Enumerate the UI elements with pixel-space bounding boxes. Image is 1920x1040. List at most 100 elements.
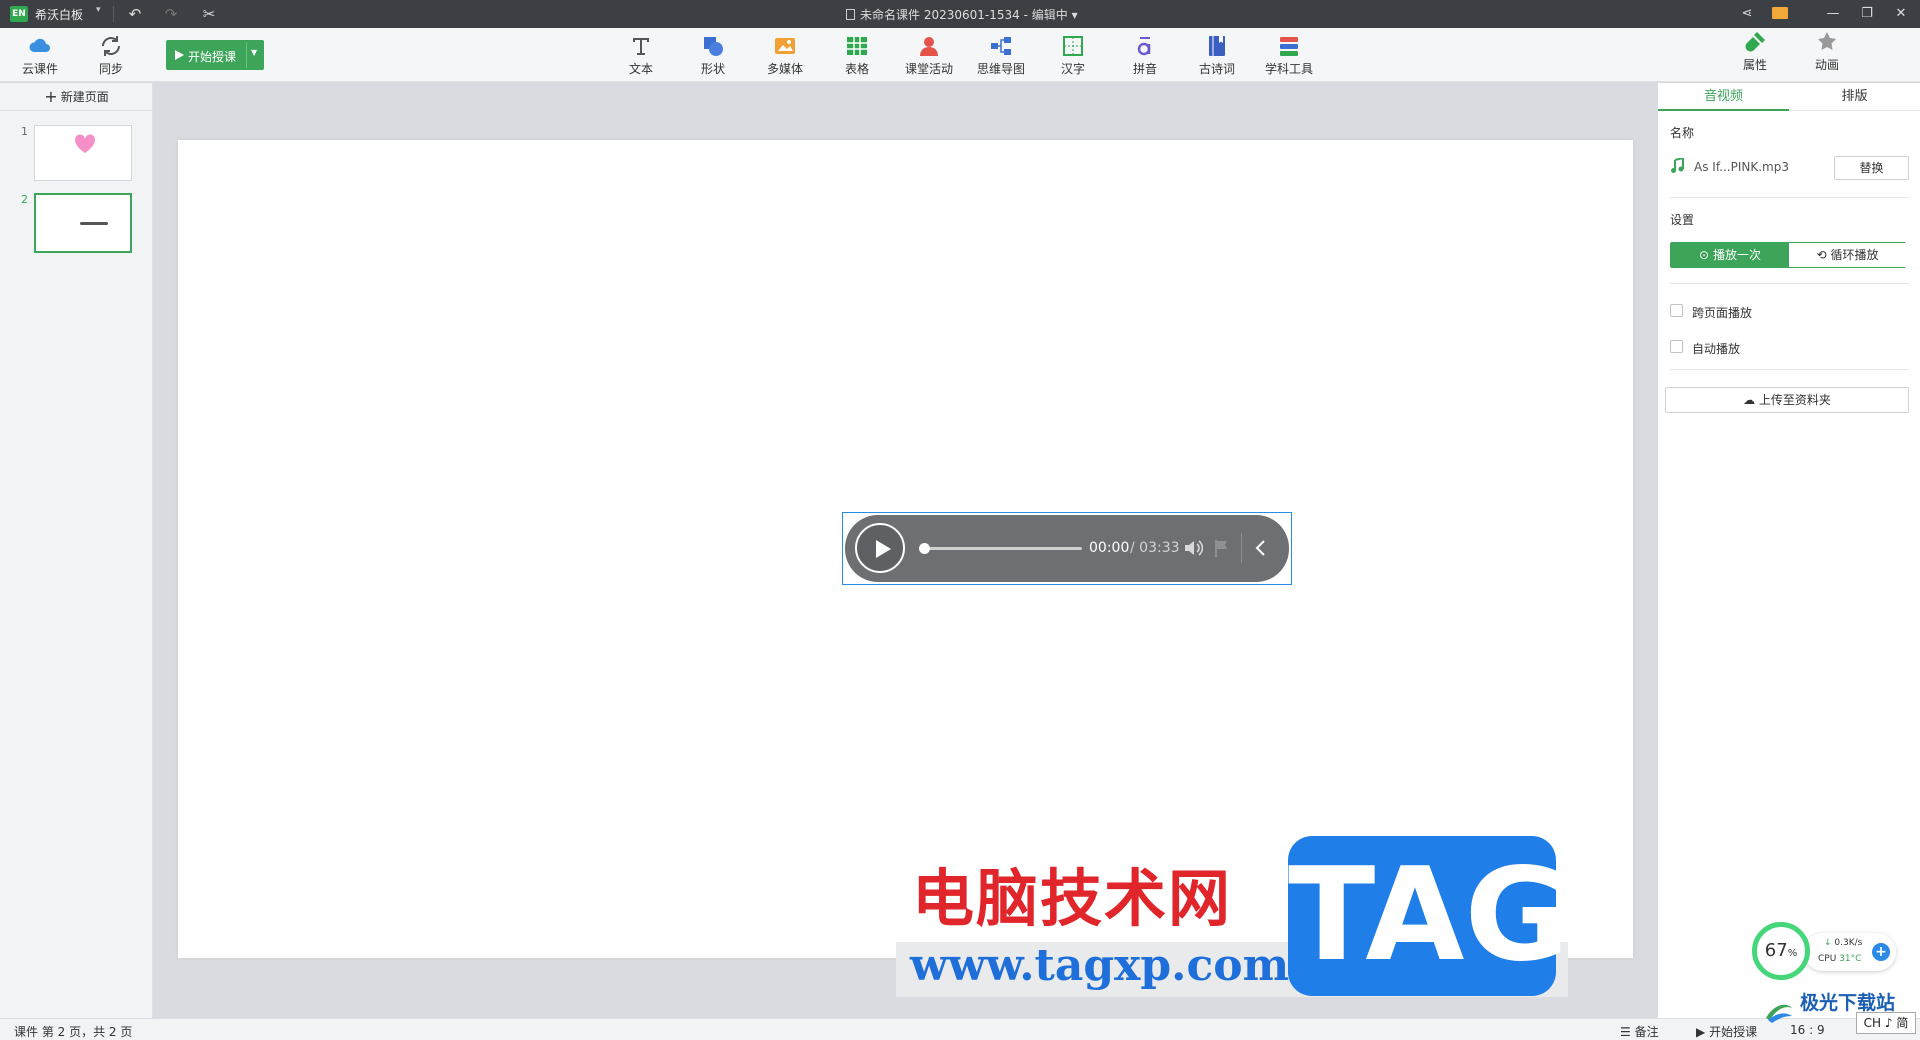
- aspect-ratio-selector[interactable]: 16 : 9: [1790, 1023, 1825, 1037]
- memory-percent: 67: [1764, 940, 1788, 961]
- redo-icon[interactable]: ↷: [160, 3, 182, 25]
- progress-track[interactable]: [924, 547, 1082, 550]
- divider: [1670, 283, 1909, 284]
- page-thumbnail-2[interactable]: [34, 193, 132, 253]
- pinyin-tool-button[interactable]: 拼音: [1116, 32, 1174, 78]
- close-icon[interactable]: ✕: [1888, 3, 1914, 25]
- network-speed-value: 0.3K/s: [1834, 938, 1863, 948]
- notes-icon: ☰: [1620, 1025, 1631, 1039]
- document-title[interactable]: 未命名课件 20230601-1534 - 编辑中 ▾: [846, 6, 1078, 23]
- percent-unit: %: [1787, 948, 1798, 959]
- memory-usage-ring[interactable]: 67%: [1752, 922, 1810, 980]
- name-section-label: 名称: [1670, 126, 1695, 140]
- notes-button[interactable]: ☰ 备注: [1620, 1023, 1659, 1040]
- watermark-url: www.tagxp.com: [910, 940, 1290, 991]
- play-mode-toggle: ⊙ 播放一次 ⟲ 循环播放: [1670, 242, 1906, 268]
- pinyin-icon: [1137, 37, 1151, 56]
- app-name-menu[interactable]: 希沃白板: [35, 6, 83, 23]
- shape-tool-button[interactable]: 形状: [684, 32, 742, 78]
- activity-icon: [920, 37, 938, 56]
- play-icon: [175, 50, 184, 60]
- pinyin-tool-label: 拼音: [1132, 62, 1157, 76]
- page-thumbnail-1[interactable]: [34, 125, 132, 181]
- upload-to-folder-button[interactable]: ☁ 上传至资料夹: [1665, 387, 1909, 413]
- cross-page-label: 跨页面播放: [1692, 306, 1753, 320]
- sync-button[interactable]: 同步: [82, 32, 140, 78]
- media-tool-button[interactable]: 多媒体: [756, 32, 814, 78]
- divider: [1670, 369, 1909, 370]
- divider: [1241, 533, 1242, 563]
- boost-button[interactable]: +: [1872, 943, 1890, 961]
- new-page-label: 新建页面: [60, 90, 109, 104]
- table-tool-label: 表格: [844, 62, 869, 76]
- audio-player: 00:00 / 03:33: [845, 515, 1289, 582]
- media-icon: [775, 38, 795, 54]
- hanzi-tool-button[interactable]: 汉字: [1044, 32, 1102, 78]
- poetry-tool-button[interactable]: 古诗词: [1188, 32, 1246, 78]
- audio-thumbnail: [80, 222, 108, 225]
- minimize-icon[interactable]: —: [1820, 3, 1846, 25]
- tab-layout[interactable]: 排版: [1789, 83, 1920, 111]
- undo-icon[interactable]: ↶: [124, 3, 146, 25]
- status-start-label: 开始授课: [1709, 1025, 1758, 1039]
- volume-icon[interactable]: [1183, 538, 1205, 558]
- restore-icon[interactable]: ❐: [1854, 3, 1880, 25]
- page-number: 1: [21, 125, 28, 138]
- divider: [1670, 197, 1909, 198]
- loop-play-button[interactable]: ⟲ 循环播放: [1789, 243, 1906, 267]
- table-tool-button[interactable]: 表格: [828, 32, 886, 78]
- autoplay-checkbox[interactable]: [1670, 340, 1683, 353]
- audio-selection-frame[interactable]: 00:00 / 03:33: [842, 512, 1292, 585]
- share-icon[interactable]: ⋖: [1736, 3, 1758, 25]
- subject-tools-button[interactable]: 学科工具: [1260, 32, 1318, 78]
- page-info: 课件 第 2 页，共 2 页: [14, 1025, 133, 1039]
- properties-button[interactable]: 属性: [1726, 28, 1784, 74]
- current-time: 00:00: [1089, 540, 1130, 556]
- total-time: / 03:33: [1130, 540, 1180, 556]
- cloud-upload-icon: ☁: [1743, 393, 1756, 407]
- class-activity-button[interactable]: 课堂活动: [900, 32, 958, 78]
- poetry-icon: [1209, 36, 1225, 56]
- media-tool-label: 多媒体: [766, 62, 803, 76]
- mindmap-tool-button[interactable]: 思维导图: [972, 32, 1030, 78]
- chevron-down-icon[interactable]: ▼: [251, 48, 257, 57]
- play-once-button[interactable]: ⊙ 播放一次: [1671, 243, 1789, 267]
- replace-button[interactable]: 替换: [1834, 156, 1909, 180]
- animation-button[interactable]: 动画: [1798, 28, 1856, 74]
- cpu-label: CPU: [1818, 954, 1837, 964]
- new-page-button[interactable]: + 新建页面: [0, 83, 153, 111]
- animation-icon: [1818, 32, 1836, 50]
- upload-label: 上传至资料夹: [1758, 393, 1831, 407]
- heart-icon: [74, 134, 96, 153]
- watermark-title: 电脑技术网: [912, 862, 1233, 935]
- cloud-courseware-label: 云课件: [21, 62, 58, 76]
- cloud-icon: [29, 38, 50, 52]
- status-start-class-button[interactable]: ▶ 开始授课: [1696, 1023, 1757, 1040]
- properties-label: 属性: [1742, 58, 1767, 72]
- chevron-down-icon[interactable]: ▾: [96, 5, 101, 15]
- subject-tools-label: 学科工具: [1264, 62, 1313, 76]
- chevron-left-icon[interactable]: [1253, 537, 1267, 559]
- secondary-watermark: 极光下载站: [1800, 992, 1896, 1014]
- play-button[interactable]: [855, 523, 905, 573]
- flag-icon[interactable]: [1213, 538, 1229, 558]
- music-note-icon: [1671, 158, 1684, 173]
- cross-page-checkbox[interactable]: [1670, 304, 1683, 317]
- hanzi-tool-label: 汉字: [1060, 62, 1085, 76]
- file-name: As If...PINK.mp3: [1694, 160, 1789, 174]
- mail-icon[interactable]: [1772, 7, 1788, 19]
- properties-tabs: 音视频 排版: [1658, 83, 1920, 111]
- main-toolbar: 云课件 同步 开始授课 ▼ 文本 形状 多媒体 表格 课堂活动 思维导图 汉字: [0, 28, 1920, 82]
- subject-tools-icon: [1280, 37, 1298, 56]
- play-icon: ▶: [1696, 1025, 1706, 1039]
- cut-icon[interactable]: ✂: [198, 3, 220, 25]
- input-method-indicator[interactable]: CH ♪ 简: [1856, 1012, 1916, 1034]
- page-list-panel: + 新建页面 1 2: [0, 83, 153, 1018]
- text-tool-button[interactable]: 文本: [612, 32, 670, 78]
- performance-widget[interactable]: ↓ 0.3K/s CPU 31°C +: [1804, 933, 1896, 971]
- progress-knob[interactable]: [918, 543, 930, 554]
- start-class-button[interactable]: 开始授课 ▼: [166, 40, 264, 70]
- autoplay-label: 自动播放: [1692, 342, 1741, 356]
- cloud-courseware-button[interactable]: 云课件: [11, 32, 69, 78]
- tab-audio-video[interactable]: 音视频: [1658, 83, 1789, 111]
